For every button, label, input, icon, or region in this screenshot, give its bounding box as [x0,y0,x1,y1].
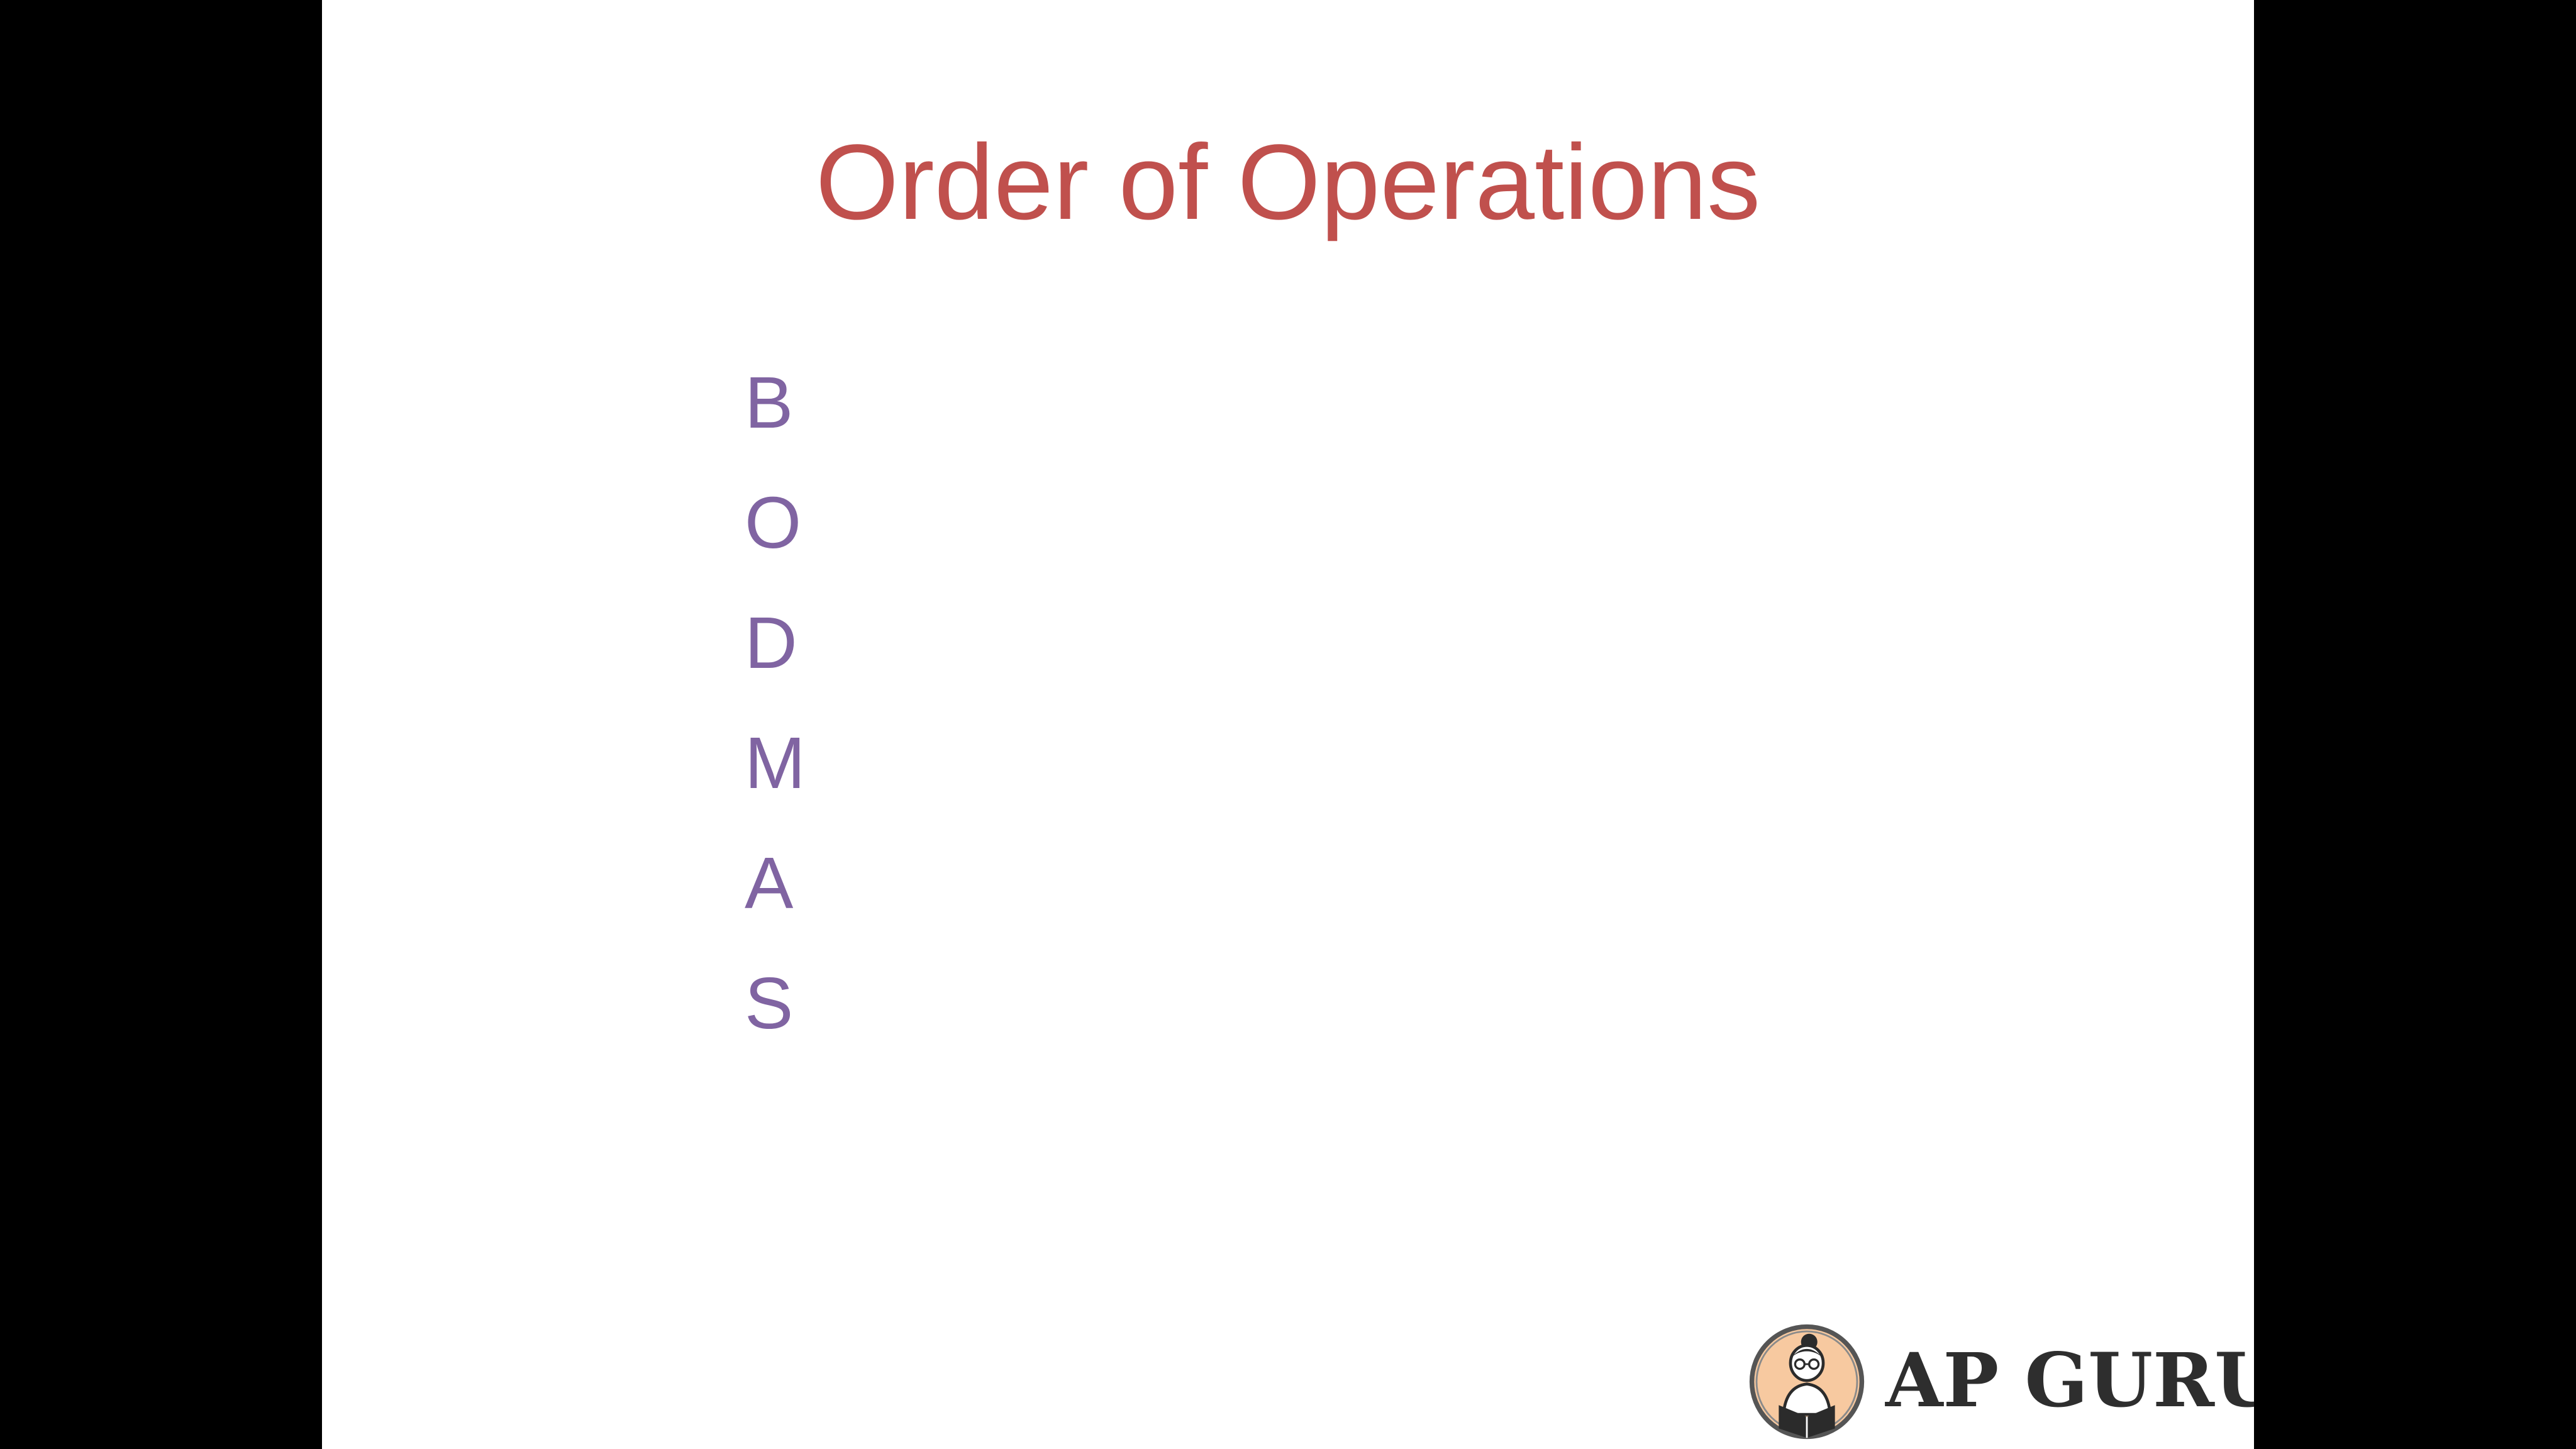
acronym-letter: S [745,962,794,1044]
guru-reading-avatar-icon [1749,1324,1865,1440]
slide: Order of Operations B O D M A S AP GURU [322,0,2254,1449]
acronym-list: B O D M A S [745,352,806,1073]
acronym-letter: B [745,362,794,443]
acronym-letter: O [745,482,802,564]
presentation-viewer: Order of Operations B O D M A S AP GURU [0,0,2576,1449]
slide-title: Order of Operations [815,123,1761,242]
brand-name: AP GURU [1885,1336,2254,1424]
acronym-letter: M [745,722,806,804]
acronym-letter: D [745,602,797,684]
acronym-letter: A [745,842,794,924]
brand-logo: AP GURU [1748,1319,2254,1445]
